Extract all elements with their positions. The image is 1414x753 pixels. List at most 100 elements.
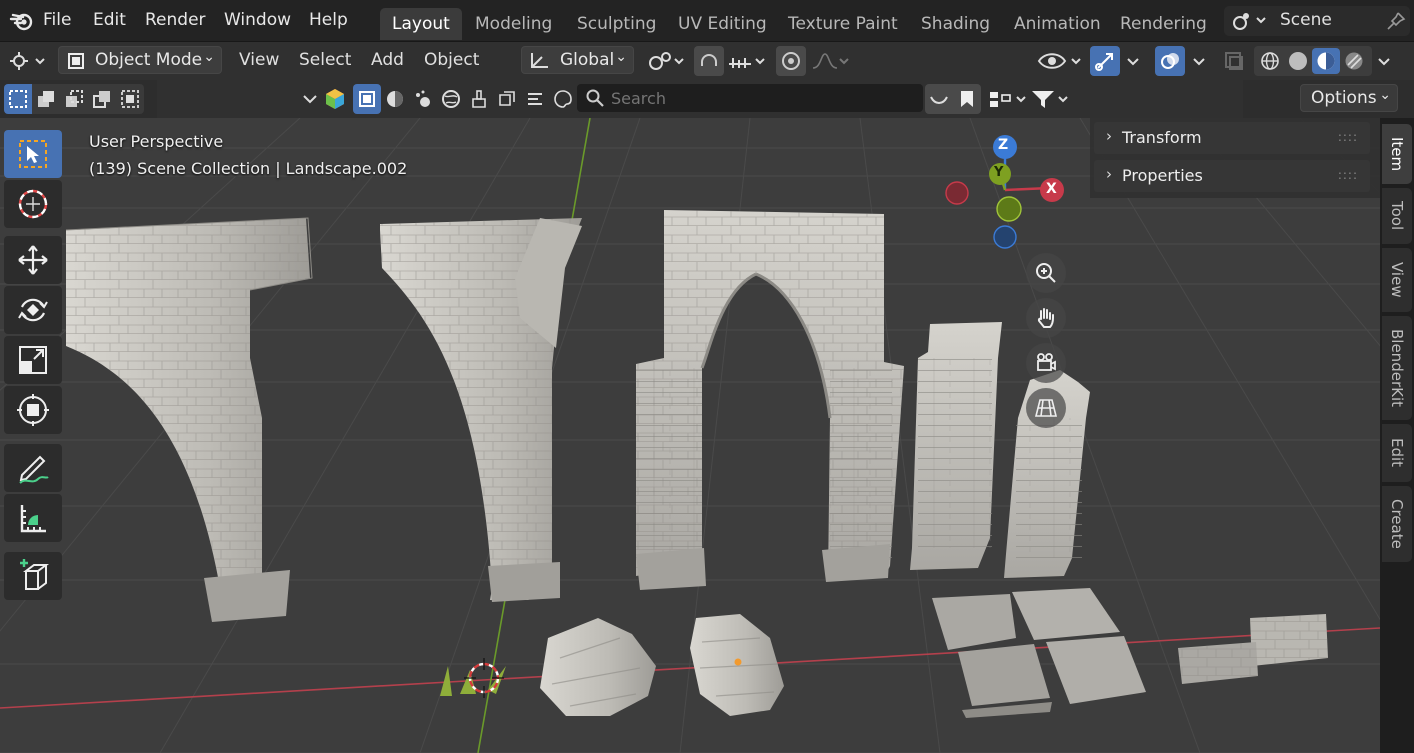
filter-palette-icon[interactable] xyxy=(549,84,577,114)
gizmo-z-label[interactable]: Z xyxy=(998,137,1008,153)
tab-create[interactable]: Create xyxy=(1382,486,1412,562)
shading-mode-group xyxy=(1254,46,1372,76)
select-intersect-icon[interactable] xyxy=(116,84,144,114)
scene-selector[interactable]: Scene xyxy=(1224,6,1410,36)
chevron-down-icon[interactable] xyxy=(1122,48,1144,74)
drag-handle-icon[interactable]: :::: xyxy=(1338,130,1358,144)
material-preview-icon[interactable] xyxy=(1312,48,1340,74)
select-new-icon[interactable] xyxy=(4,84,32,114)
pin-icon[interactable] xyxy=(1384,9,1408,33)
tab-animation[interactable]: Animation xyxy=(1002,8,1113,40)
bookmark-icon[interactable] xyxy=(953,84,981,114)
editor-type-icon[interactable] xyxy=(6,48,48,74)
viewport-collection-label: (139) Scene Collection | Landscape.002 xyxy=(89,159,408,178)
add-cube-tool-icon[interactable] xyxy=(4,552,62,600)
pan-hand-icon[interactable] xyxy=(1026,298,1066,338)
filter-funnel-icon[interactable] xyxy=(1029,86,1071,112)
tab-layout[interactable]: Layout xyxy=(380,8,462,40)
transform-tool-icon[interactable] xyxy=(4,386,62,434)
wireframe-shading-icon[interactable] xyxy=(1256,48,1284,74)
gizmo-toggle-icon[interactable] xyxy=(1090,46,1120,76)
proportional-edit-icon[interactable] xyxy=(776,46,806,76)
snap-target-icon[interactable] xyxy=(726,48,768,74)
tab-view-label: View xyxy=(1388,262,1406,298)
tab-sculpting[interactable]: Sculpting xyxy=(565,8,668,40)
tab-texture-paint[interactable]: Texture Paint xyxy=(776,8,910,40)
object-type-filter-icon[interactable] xyxy=(321,85,349,113)
chevron-down-icon[interactable] xyxy=(1188,48,1210,74)
select-invert-icon[interactable] xyxy=(88,84,116,114)
select-extend-icon[interactable] xyxy=(32,84,60,114)
solid-shading-icon[interactable] xyxy=(1284,48,1312,74)
filter-mesh-icon[interactable] xyxy=(353,84,381,114)
snap-toggle-icon[interactable] xyxy=(694,46,724,76)
annotate-tool-icon[interactable] xyxy=(4,444,62,492)
transform-panel-title: Transform xyxy=(1122,128,1202,147)
options-label: Options xyxy=(1311,88,1377,108)
falloff-icon[interactable] xyxy=(810,48,852,74)
filter-material-icon[interactable] xyxy=(381,84,409,114)
chevron-right-icon: › xyxy=(1106,165,1112,183)
gizmo-y-label[interactable]: Y xyxy=(994,165,1003,180)
chevron-down-icon[interactable] xyxy=(299,88,321,110)
tab-edit[interactable]: Edit xyxy=(1382,424,1412,482)
rotate-tool-icon[interactable] xyxy=(4,286,62,334)
camera-view-icon[interactable] xyxy=(1026,343,1066,383)
header-view-menu[interactable]: View xyxy=(239,50,279,70)
select-box-tool-icon[interactable] xyxy=(4,130,62,178)
header-object-menu[interactable]: Object xyxy=(424,50,479,70)
transform-panel-header[interactable]: › Transform :::: xyxy=(1094,122,1370,154)
gizmo-x-label[interactable]: X xyxy=(1046,181,1057,197)
zoom-icon[interactable] xyxy=(1026,253,1066,293)
filter-brush-icon[interactable] xyxy=(465,84,493,114)
orientation-dropdown[interactable]: Global ⌄ xyxy=(521,46,634,74)
xray-toggle-icon[interactable] xyxy=(1220,48,1248,74)
filter-world-icon[interactable] xyxy=(437,84,465,114)
mode-dropdown[interactable]: Object Mode ⌄ xyxy=(58,46,222,74)
filter-particles-icon[interactable] xyxy=(409,84,437,114)
filter-texture-icon[interactable] xyxy=(493,84,521,114)
menu-render[interactable]: Render xyxy=(145,10,206,30)
menu-help[interactable]: Help xyxy=(309,10,348,30)
viewport-perspective-label: User Perspective xyxy=(89,132,224,151)
display-mode-icon[interactable] xyxy=(987,86,1029,112)
filter-linestyle-icon[interactable] xyxy=(521,84,549,114)
search-input[interactable] xyxy=(611,86,911,110)
menu-file[interactable]: File xyxy=(43,10,71,30)
options-dropdown[interactable]: Options ⌄ xyxy=(1300,84,1398,112)
3d-viewport[interactable]: Z Y X User Perspective (139) Scene Colle… xyxy=(0,118,1380,753)
tab-blenderkit[interactable]: BlenderKit xyxy=(1382,316,1412,420)
cube-icon xyxy=(68,53,84,69)
tab-uv-editing[interactable]: UV Editing xyxy=(666,8,779,40)
cursor-tool-icon[interactable] xyxy=(4,180,62,228)
header-add-menu[interactable]: Add xyxy=(371,50,404,70)
tab-blenderkit-label: BlenderKit xyxy=(1388,329,1406,407)
tab-view[interactable]: View xyxy=(1382,248,1412,312)
blender-logo-icon[interactable] xyxy=(8,8,36,34)
header-select-menu[interactable]: Select xyxy=(299,50,351,70)
menu-edit[interactable]: Edit xyxy=(93,10,126,30)
drag-handle-icon[interactable]: :::: xyxy=(1338,168,1358,182)
rock-left xyxy=(540,618,656,716)
move-tool-icon[interactable] xyxy=(4,236,62,284)
tab-tool-label: Tool xyxy=(1388,201,1406,231)
measure-tool-icon[interactable] xyxy=(4,494,62,542)
filter-curve-icon[interactable] xyxy=(925,84,953,114)
overlays-toggle-icon[interactable] xyxy=(1155,46,1185,76)
scene-name[interactable]: Scene xyxy=(1280,10,1332,30)
rendered-shading-icon[interactable] xyxy=(1340,48,1368,74)
scale-tool-icon[interactable] xyxy=(4,336,62,384)
visibility-icon[interactable] xyxy=(1036,48,1084,74)
tab-modeling[interactable]: Modeling xyxy=(463,8,564,40)
pivot-point-icon[interactable] xyxy=(645,48,687,74)
perspective-toggle-icon[interactable] xyxy=(1026,388,1066,428)
select-subtract-icon[interactable] xyxy=(60,84,88,114)
tab-rendering[interactable]: Rendering xyxy=(1108,8,1219,40)
tab-item[interactable]: Item xyxy=(1382,124,1412,184)
chevron-down-icon[interactable] xyxy=(1374,48,1394,74)
tab-shading[interactable]: Shading xyxy=(909,8,1002,40)
menu-window[interactable]: Window xyxy=(224,10,291,30)
search-field[interactable] xyxy=(577,84,923,112)
tab-tool[interactable]: Tool xyxy=(1382,188,1412,244)
properties-panel-header[interactable]: › Properties :::: xyxy=(1094,160,1370,192)
